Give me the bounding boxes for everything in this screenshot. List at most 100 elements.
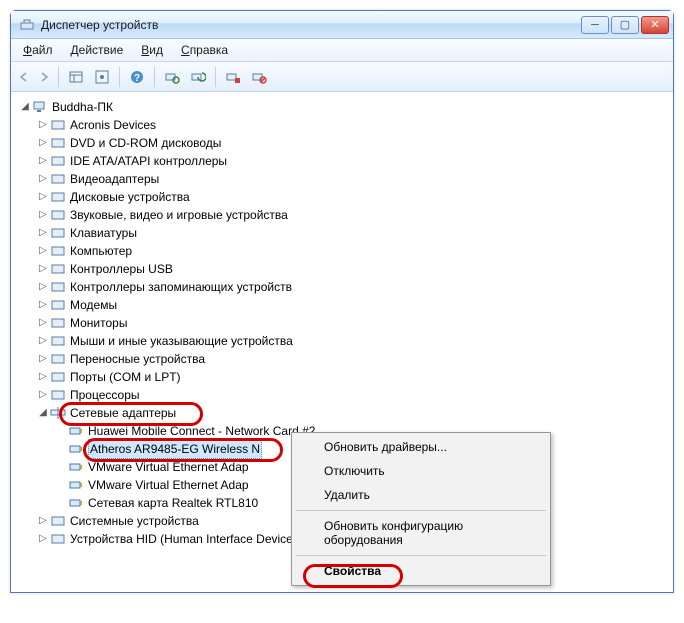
- menu-action[interactable]: Действие: [63, 41, 132, 59]
- tree-category-label: Компьютер: [70, 242, 132, 260]
- tree-category-label: Звуковые, видео и игровые устройства: [70, 206, 288, 224]
- context-menu: Обновить драйверы... Отключить Удалить О…: [291, 432, 551, 586]
- twisty-closed-icon[interactable]: ▷: [37, 116, 49, 134]
- twisty-closed-icon[interactable]: ▷: [37, 206, 49, 224]
- toolbar-separator: [215, 67, 216, 87]
- tree-category-node[interactable]: ▷Acronis Devices: [37, 116, 671, 134]
- network-adapter-icon: [68, 423, 84, 439]
- device-category-icon: [50, 207, 66, 223]
- tree-category-node[interactable]: ▷ Клавиатуры: [37, 224, 671, 242]
- toolbar-help-button[interactable]: ?: [125, 65, 149, 89]
- menu-view[interactable]: Вид: [133, 41, 171, 59]
- twisty-closed-icon[interactable]: ▷: [37, 332, 49, 350]
- toolbar-properties-button[interactable]: [90, 65, 114, 89]
- device-category-icon: [50, 225, 66, 241]
- close-button[interactable]: ✕: [641, 16, 669, 34]
- tree-category-label: Переносные устройства: [70, 350, 205, 368]
- toolbar-uninstall-button[interactable]: [221, 65, 245, 89]
- device-category-icon: [50, 279, 66, 295]
- twisty-closed-icon[interactable]: ▷: [37, 530, 49, 548]
- toolbar-view-button[interactable]: [64, 65, 88, 89]
- twisty-closed-icon[interactable]: ▷: [37, 386, 49, 404]
- device-category-icon: [50, 261, 66, 277]
- twisty-closed-icon[interactable]: ▷: [37, 512, 49, 530]
- device-category-icon: [50, 351, 66, 367]
- device-category-icon: [50, 315, 66, 331]
- tree-category-label: Устройства HID (Human Interface Devices): [70, 530, 303, 548]
- tree-category-node[interactable]: ▷Модемы: [37, 296, 671, 314]
- twisty-closed-icon[interactable]: ▷: [37, 278, 49, 296]
- menu-help[interactable]: Справка: [173, 41, 236, 59]
- twisty-open-icon[interactable]: ◢: [37, 404, 49, 422]
- nav-forward-button[interactable]: [35, 65, 53, 89]
- tree-category-node[interactable]: ▷ Звуковые, видео и игровые устройства: [37, 206, 671, 224]
- tree-category-node[interactable]: ▷ Процессоры: [37, 386, 671, 404]
- tree-category-node[interactable]: ▷ IDE ATA/ATAPI контроллеры: [37, 152, 671, 170]
- tree-category-node[interactable]: ▷Контроллеры запоминающих устройств: [37, 278, 671, 296]
- tree-root-node[interactable]: ◢ Buddha-ПК: [19, 98, 671, 116]
- tree-category-label: Системные устройства: [70, 512, 199, 530]
- device-category-icon: [50, 135, 66, 151]
- context-update-drivers[interactable]: Обновить драйверы...: [294, 435, 548, 459]
- toolbar-disable-button[interactable]: [247, 65, 271, 89]
- tree-category-label: Мыши и иные указывающие устройства: [70, 332, 293, 350]
- titlebar[interactable]: Диспетчер устройств ─ ▢ ✕: [11, 11, 673, 39]
- tree-device-label: Atheros AR9485-EG Wireless N: [88, 439, 262, 459]
- twisty-closed-icon[interactable]: ▷: [37, 314, 49, 332]
- context-separator: [296, 555, 546, 556]
- tree-category-node[interactable]: ▷Мониторы: [37, 314, 671, 332]
- tree-category-label: Контроллеры USB: [70, 260, 173, 278]
- tree-category-label: DVD и CD-ROM дисководы: [70, 134, 221, 152]
- twisty-closed-icon[interactable]: ▷: [37, 188, 49, 206]
- tree-device-label: VMware Virtual Ethernet Adap: [88, 476, 249, 494]
- twisty-closed-icon[interactable]: ▷: [37, 152, 49, 170]
- tree-category-node[interactable]: ▷Видеоадаптеры: [37, 170, 671, 188]
- twisty-closed-icon[interactable]: ▷: [37, 134, 49, 152]
- twisty-closed-icon[interactable]: ▷: [37, 350, 49, 368]
- tree-category-node[interactable]: ▷ Контроллеры USB: [37, 260, 671, 278]
- minimize-button[interactable]: ─: [581, 16, 609, 34]
- network-adapter-icon: [68, 441, 84, 457]
- tree-category-node[interactable]: ▷ Переносные устройства: [37, 350, 671, 368]
- window-title: Диспетчер устройств: [41, 18, 581, 32]
- tree-root-label: Buddha-ПК: [52, 98, 113, 116]
- toolbar-scan-button[interactable]: [160, 65, 184, 89]
- device-category-icon: [50, 405, 66, 421]
- tree-category-label: Порты (COM и LPT): [70, 368, 181, 386]
- network-adapter-icon: [68, 459, 84, 475]
- tree-category-node[interactable]: ▷ DVD и CD-ROM дисководы: [37, 134, 671, 152]
- svg-text:?: ?: [134, 73, 140, 84]
- tree-category-node[interactable]: ▷ Компьютер: [37, 242, 671, 260]
- context-scan-hardware[interactable]: Обновить конфигурацию оборудования: [294, 514, 548, 552]
- device-category-icon: [50, 297, 66, 313]
- device-category-icon: [50, 369, 66, 385]
- context-separator: [296, 510, 546, 511]
- tree-category-node[interactable]: ◢ Сетевые адаптеры: [37, 404, 671, 422]
- tree-category-label: Процессоры: [70, 386, 140, 404]
- twisty-closed-icon[interactable]: ▷: [37, 242, 49, 260]
- tree-device-label: Huawei Mobile Connect - Network Card #2: [88, 422, 315, 440]
- tree-category-node[interactable]: ▷ Порты (COM и LPT): [37, 368, 671, 386]
- tree-category-label: Сетевые адаптеры: [70, 404, 176, 422]
- tree-category-node[interactable]: ▷ Мыши и иные указывающие устройства: [37, 332, 671, 350]
- maximize-button[interactable]: ▢: [611, 16, 639, 34]
- context-delete[interactable]: Удалить: [294, 483, 548, 507]
- twisty-closed-icon[interactable]: ▷: [37, 260, 49, 278]
- nav-back-button[interactable]: [15, 65, 33, 89]
- twisty-closed-icon[interactable]: ▷: [37, 296, 49, 314]
- network-adapter-icon: [68, 495, 84, 511]
- toolbar-update-button[interactable]: [186, 65, 210, 89]
- twisty-open-icon[interactable]: ◢: [19, 98, 31, 116]
- twisty-closed-icon[interactable]: ▷: [37, 170, 49, 188]
- tree-category-label: Клавиатуры: [70, 224, 137, 242]
- menu-file[interactable]: Файл: [15, 41, 61, 59]
- twisty-closed-icon[interactable]: ▷: [37, 368, 49, 386]
- tree-category-label: IDE ATA/ATAPI контроллеры: [70, 152, 227, 170]
- toolbar: ?: [11, 62, 673, 92]
- context-disable[interactable]: Отключить: [294, 459, 548, 483]
- device-tree-area: ◢ Buddha-ПК ▷Acronis Devices▷DVD и CD-RO…: [11, 92, 673, 592]
- toolbar-separator: [154, 67, 155, 87]
- tree-category-node[interactable]: ▷Дисковые устройства: [37, 188, 671, 206]
- twisty-closed-icon[interactable]: ▷: [37, 224, 49, 242]
- context-properties[interactable]: Свойства: [294, 559, 548, 583]
